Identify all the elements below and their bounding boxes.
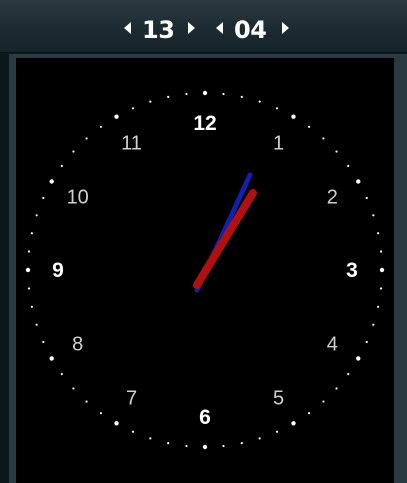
minute-dot [72, 387, 75, 390]
clock-number-6: 6 [199, 406, 211, 429]
minute-dot [85, 137, 88, 140]
minute-dot [322, 137, 325, 140]
minute-dot [372, 214, 375, 217]
hour-dot [202, 90, 208, 96]
minute-dot [30, 232, 33, 235]
hour-dot [356, 356, 361, 361]
minute-dot [35, 214, 38, 217]
minute-dot [167, 95, 170, 98]
minute-dot [377, 305, 380, 308]
clock-hands[interactable] [193, 172, 257, 293]
analog-clock[interactable]: 121234567891011 [0, 0, 407, 483]
minute-dot [99, 412, 103, 415]
minute-dot [258, 437, 261, 440]
hour-hand[interactable] [193, 189, 257, 289]
hour-dot [356, 179, 361, 184]
minute-dot [35, 323, 38, 326]
minute-dot [85, 400, 88, 403]
minute-dot [149, 100, 152, 103]
hour-dot [49, 356, 54, 361]
minute-dot [322, 400, 325, 403]
time-picker-window: 13 04 12 1 2 3 4 5 6 7 8 9 10 11 [0, 0, 407, 483]
hour-dot [379, 267, 385, 273]
minute-dot [222, 444, 225, 448]
minute-dot [131, 430, 135, 433]
minute-dot [149, 437, 152, 440]
minute-dot [42, 196, 45, 200]
minute-dot [275, 430, 279, 433]
minute-dot [131, 107, 135, 110]
minute-dot [365, 340, 368, 344]
hour-dot [291, 114, 296, 119]
clock-number-8: 8 [72, 334, 83, 356]
hour-dot [291, 421, 296, 426]
minute-dot [240, 95, 243, 98]
minute-dot [377, 232, 380, 235]
minute-dot [42, 340, 45, 344]
minute-dot [60, 372, 63, 376]
minute-dot [27, 250, 31, 253]
minute-dot [307, 125, 311, 128]
clock-number-3: 3 [346, 259, 358, 282]
minute-dot [335, 150, 338, 153]
minute-dot [185, 444, 188, 448]
minute-dot [27, 287, 31, 290]
clock-number-7: 7 [126, 387, 137, 409]
minute-dot [379, 250, 383, 253]
minute-dot [275, 107, 279, 110]
hour-dot [25, 267, 31, 273]
minute-dot [307, 412, 311, 415]
minute-dot [240, 442, 243, 445]
minute-dot [379, 287, 383, 290]
clock-number-12: 12 [193, 112, 216, 135]
minute-dot [30, 305, 33, 308]
clock-number-5: 5 [273, 387, 284, 409]
minute-dot [72, 150, 75, 153]
minute-dot [335, 387, 338, 390]
minute-dot [99, 125, 103, 128]
minute-dot [258, 100, 261, 103]
clock-number-10: 10 [67, 187, 89, 209]
hour-dot [114, 421, 119, 426]
clock-number-9: 9 [52, 259, 64, 282]
minute-dot [167, 442, 170, 445]
hour-dot [49, 179, 54, 184]
minute-dot [347, 372, 350, 376]
hour-dot [202, 444, 208, 450]
minute-dot [60, 164, 63, 168]
minute-dot [347, 164, 350, 168]
clock-number-4: 4 [327, 334, 338, 356]
minute-dot [372, 323, 375, 326]
hour-dot [114, 114, 119, 119]
clock-number-11: 11 [121, 133, 142, 155]
minute-dot [365, 196, 368, 200]
minute-dot [222, 92, 225, 96]
clock-number-1: 1 [273, 133, 284, 155]
clock-number-2: 2 [327, 187, 338, 209]
minute-dot [185, 92, 188, 96]
